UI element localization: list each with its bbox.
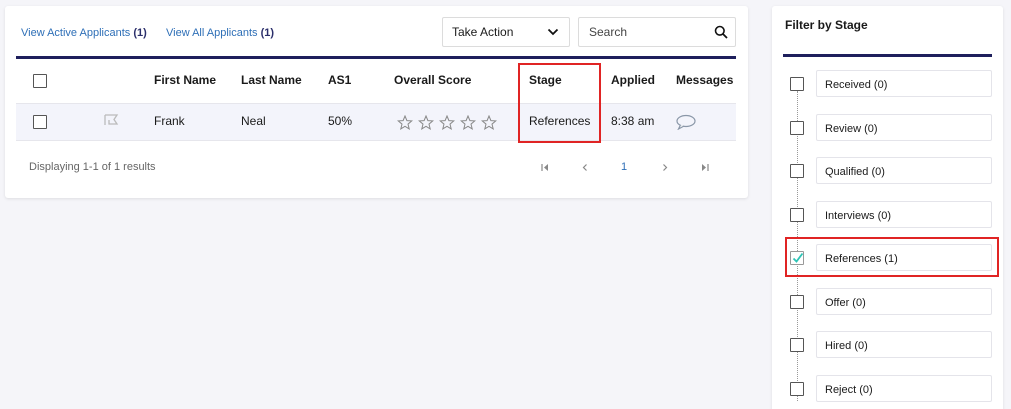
stage-qualified-checkbox[interactable] — [790, 164, 804, 178]
view-all-label: View All Applicants — [166, 27, 258, 39]
stage-interviews-checkbox[interactable] — [790, 208, 804, 222]
table-row[interactable]: Frank Neal 50% References 8:38 am — [16, 104, 736, 141]
message-bubble-icon[interactable] — [675, 114, 697, 130]
chevron-down-icon — [547, 28, 559, 36]
view-active-label: View Active Applicants — [21, 27, 131, 39]
table-header: First Name Last Name AS1 Overall Score S… — [16, 59, 736, 104]
star-icon[interactable] — [418, 115, 434, 130]
star-icon[interactable] — [460, 115, 476, 130]
filter-rule — [783, 54, 992, 57]
results-count: Displaying 1-1 of 1 results — [29, 161, 156, 173]
search-icon[interactable] — [714, 25, 728, 39]
cell-as1: 50% — [328, 114, 353, 128]
col-applied[interactable]: Applied — [611, 73, 655, 87]
search-input[interactable] — [579, 18, 709, 46]
take-action-label: Take Action — [452, 25, 514, 39]
stage-review-checkbox[interactable] — [790, 121, 804, 135]
col-as1[interactable]: AS1 — [328, 73, 351, 87]
view-all-applicants-link[interactable]: View All Applicants (1) — [166, 27, 274, 39]
stage-filter-offer: Offer (0) — [772, 288, 1003, 316]
stage-filter-review: Review (0) — [772, 114, 1003, 142]
stage-filter-reject: Reject (0) — [772, 375, 1003, 403]
last-page-icon[interactable] — [701, 164, 709, 171]
next-page-icon[interactable] — [662, 164, 668, 171]
stage-filter-references: References (1) — [772, 244, 1003, 272]
applicants-card: View Active Applicants (1) View All Appl… — [5, 6, 748, 198]
stage-reject-label[interactable]: Reject (0) — [816, 375, 992, 402]
stage-offer-label[interactable]: Offer (0) — [816, 288, 992, 315]
take-action-dropdown[interactable]: Take Action — [442, 17, 570, 47]
cell-stage: References — [529, 114, 591, 128]
view-active-applicants-link[interactable]: View Active Applicants (1) — [21, 27, 147, 39]
stage-reject-checkbox[interactable] — [790, 382, 804, 396]
star-icon[interactable] — [481, 115, 497, 130]
stage-filter-received: Received (0) — [772, 70, 1003, 98]
stage-filter-qualified: Qualified (0) — [772, 157, 1003, 185]
first-page-icon[interactable] — [541, 164, 549, 171]
row-checkbox[interactable] — [33, 115, 47, 129]
cell-first-name[interactable]: Frank — [154, 114, 185, 128]
stage-review-label[interactable]: Review (0) — [816, 114, 992, 141]
filter-by-stage-panel: Filter by Stage Received (0) Review (0) … — [772, 6, 1003, 409]
stage-hired-checkbox[interactable] — [790, 338, 804, 352]
stage-filter-hired: Hired (0) — [772, 331, 1003, 359]
stage-offer-checkbox[interactable] — [790, 295, 804, 309]
col-stage[interactable]: Stage — [529, 73, 562, 87]
stage-received-checkbox[interactable] — [790, 77, 804, 91]
star-icon[interactable] — [439, 115, 455, 130]
star-icon[interactable] — [397, 115, 413, 130]
filter-title: Filter by Stage — [785, 18, 868, 32]
col-messages[interactable]: Messages — [676, 73, 733, 87]
checkmark-icon — [792, 252, 804, 263]
select-all-checkbox[interactable] — [33, 74, 47, 88]
stage-qualified-label[interactable]: Qualified (0) — [816, 157, 992, 184]
stage-interviews-label[interactable]: Interviews (0) — [816, 201, 992, 228]
cell-applied: 8:38 am — [611, 114, 655, 128]
col-last-name[interactable]: Last Name — [241, 73, 302, 87]
cell-last-name: Neal — [241, 114, 266, 128]
flag-icon[interactable] — [103, 114, 119, 126]
stage-hired-label[interactable]: Hired (0) — [816, 331, 992, 358]
col-first-name[interactable]: First Name — [154, 73, 216, 87]
view-all-count: (1) — [260, 27, 275, 39]
page-number[interactable]: 1 — [621, 161, 627, 173]
overall-score-stars[interactable] — [397, 115, 497, 130]
stage-filter-interviews: Interviews (0) — [772, 201, 1003, 229]
search-box — [578, 17, 736, 47]
view-active-count: (1) — [133, 27, 147, 39]
prev-page-icon[interactable] — [582, 164, 588, 171]
stage-received-label[interactable]: Received (0) — [816, 70, 992, 97]
col-overall-score[interactable]: Overall Score — [394, 73, 471, 87]
stage-references-label[interactable]: References (1) — [816, 244, 992, 271]
stage-references-checkbox[interactable] — [790, 251, 804, 265]
